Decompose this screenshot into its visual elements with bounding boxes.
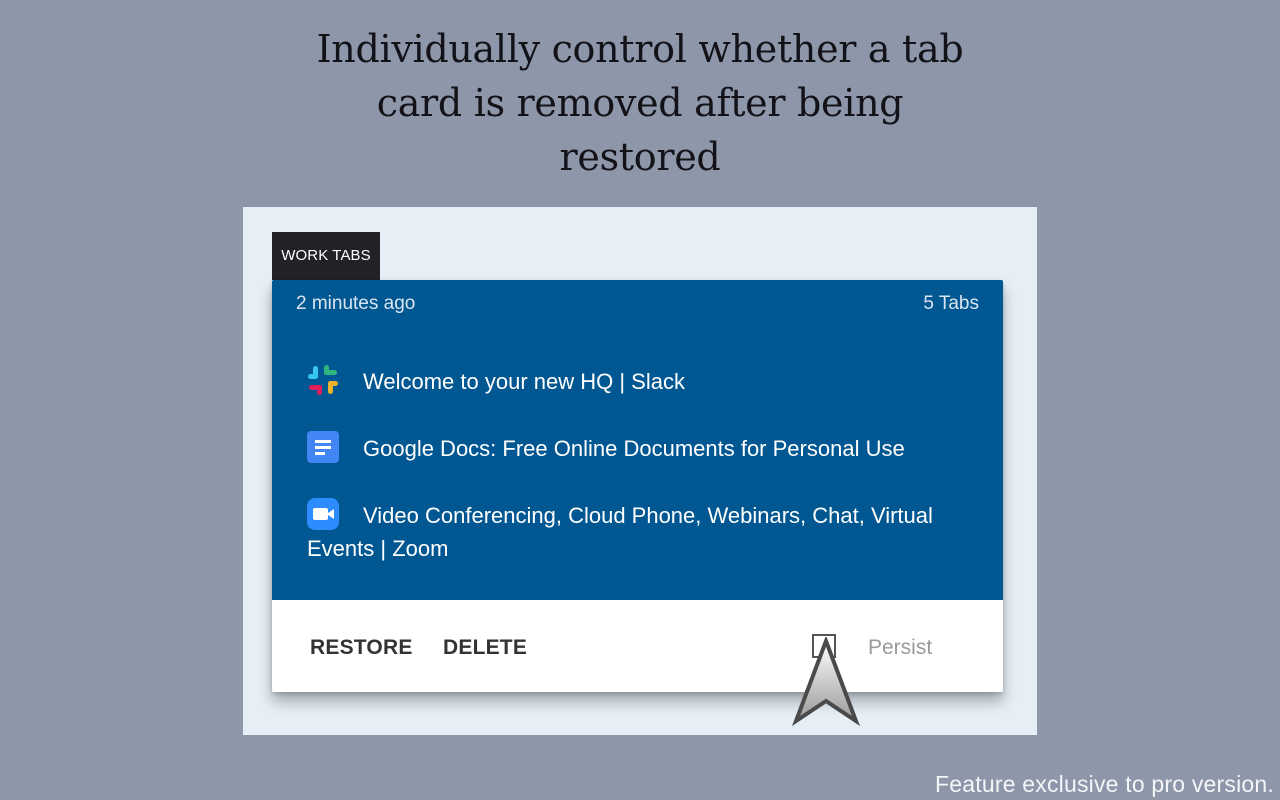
headline-line: Individually control whether a tab bbox=[316, 27, 964, 71]
tab-item-zoom[interactable]: Video Conferencing, Cloud Phone, Webinar… bbox=[307, 498, 967, 565]
group-name-tag[interactable]: WORK TABS bbox=[272, 232, 380, 280]
pointer-arrow-icon bbox=[791, 637, 861, 727]
tab-item-slack[interactable]: Welcome to your new HQ | Slack bbox=[307, 364, 967, 398]
google-docs-icon bbox=[307, 431, 339, 463]
zoom-icon bbox=[307, 498, 339, 530]
tab-title: Welcome to your new HQ | Slack bbox=[363, 369, 685, 394]
headline-line: restored bbox=[559, 135, 721, 179]
slack-icon bbox=[308, 365, 338, 395]
card-header: 2 minutes ago 5 Tabs Welcome to your new… bbox=[272, 280, 1003, 600]
tab-item-google-docs[interactable]: Google Docs: Free Online Documents for P… bbox=[307, 431, 967, 465]
tab-list: Welcome to your new HQ | Slack Google Do… bbox=[307, 364, 967, 598]
tab-card: 2 minutes ago 5 Tabs Welcome to your new… bbox=[272, 280, 1003, 692]
headline: Individually control whether a tab card … bbox=[290, 22, 990, 184]
tab-title: Video Conferencing, Cloud Phone, Webinar… bbox=[307, 503, 933, 561]
delete-button[interactable]: DELETE bbox=[443, 636, 527, 660]
headline-line: card is removed after being bbox=[376, 81, 904, 125]
persist-label[interactable]: Persist bbox=[868, 636, 932, 660]
saved-time: 2 minutes ago bbox=[296, 293, 416, 314]
tab-title: Google Docs: Free Online Documents for P… bbox=[363, 436, 905, 461]
tab-count: 5 Tabs bbox=[923, 293, 979, 314]
pro-version-note: Feature exclusive to pro version. bbox=[935, 771, 1274, 797]
restore-button[interactable]: RESTORE bbox=[310, 636, 413, 660]
